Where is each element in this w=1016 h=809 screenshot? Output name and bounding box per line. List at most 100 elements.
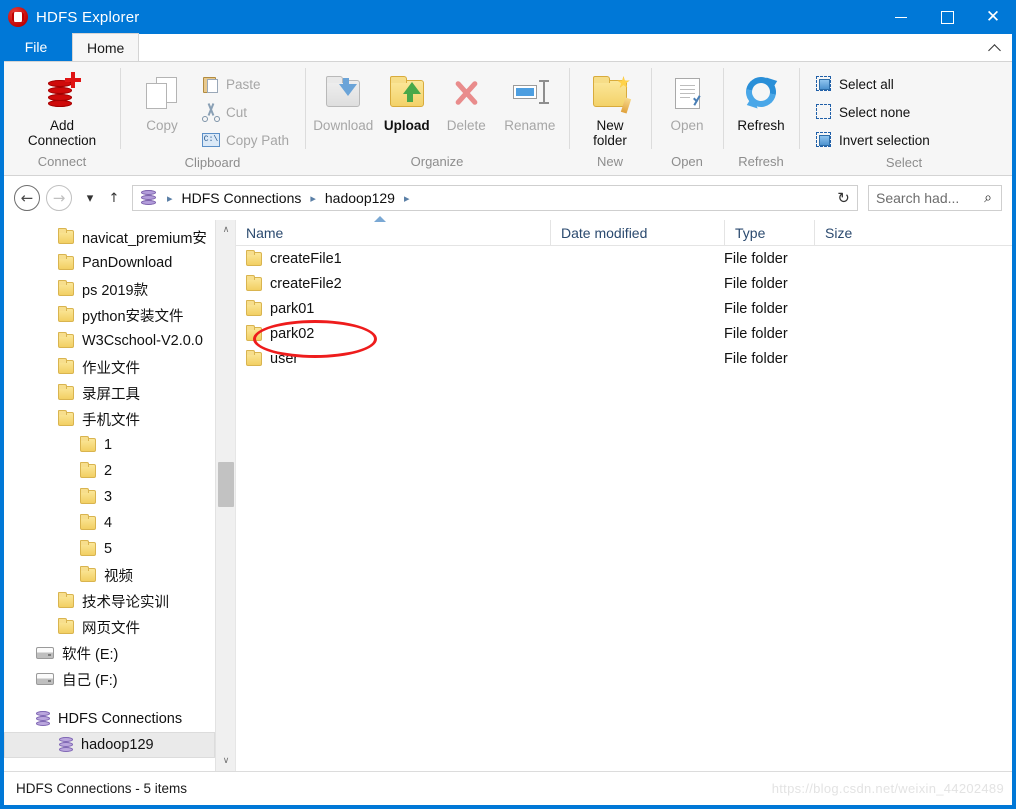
minimize-button[interactable] — [878, 0, 924, 34]
recent-locations-button[interactable]: ▾ — [78, 185, 102, 211]
table-row[interactable]: park01 File folder — [236, 296, 1012, 321]
tree-item[interactable]: 软件 (E:) — [4, 640, 215, 666]
column-header-date-modified[interactable]: Date modified — [550, 219, 724, 246]
navigation-pane-scrollbar[interactable]: ∧ ∨ — [215, 220, 235, 771]
tree-item[interactable]: HDFS Connections — [4, 706, 215, 732]
breadcrumb-hadoop129[interactable]: hadoop129 — [325, 190, 395, 206]
refresh-button[interactable]: Refresh — [730, 68, 792, 133]
tree-item-label: 录屏工具 — [82, 386, 140, 403]
search-input[interactable]: Search had... — [869, 190, 975, 206]
download-button[interactable]: Download — [311, 68, 375, 133]
tree-item[interactable]: 录屏工具 — [4, 380, 215, 406]
tree-item[interactable]: navicat_premium安 — [4, 224, 215, 250]
select-none-button[interactable]: Select none — [811, 98, 933, 126]
tree-item-label: 2 — [104, 463, 113, 479]
tree-item[interactable]: 手机文件 — [4, 406, 215, 432]
tree-item[interactable]: 技术导论实训 — [4, 588, 215, 614]
tree-item[interactable]: ps 2019款 — [4, 276, 215, 302]
tree-item[interactable]: 2 — [4, 458, 215, 484]
ribbon-group-label-new: New — [596, 154, 623, 169]
tree-item[interactable]: 3 — [4, 484, 215, 510]
folder-icon — [80, 540, 96, 556]
add-connection-label-line2: Connection — [27, 133, 97, 148]
folder-icon — [246, 324, 262, 341]
copy-button[interactable]: Copy — [126, 68, 198, 133]
tree-item-label: HDFS Connections — [58, 711, 183, 727]
window-title: HDFS Explorer — [36, 8, 140, 26]
column-header-type[interactable]: Type — [724, 219, 814, 246]
file-type-cell: File folder — [724, 250, 788, 267]
open-button[interactable]: Open — [658, 68, 716, 133]
tree-item[interactable]: 5 — [4, 536, 215, 562]
scrollbar-thumb[interactable] — [218, 462, 234, 507]
column-header-size[interactable]: Size — [814, 219, 890, 246]
ribbon-group-connect: Add Connection Connect — [4, 62, 120, 175]
forward-button[interactable]: → — [46, 185, 72, 211]
ribbon-group-label-select: Select — [885, 155, 923, 170]
close-button[interactable]: ✕ — [970, 0, 1012, 34]
invert-selection-label: Invert selection — [839, 132, 930, 148]
select-all-button[interactable]: Select all — [811, 70, 933, 98]
folder-icon — [58, 332, 74, 348]
scroll-down-button[interactable]: ∨ — [216, 751, 235, 771]
copy-path-icon: C:\ — [201, 130, 221, 150]
ribbon-group-clipboard: Copy Paste Cut C:\ Copy Path Clipboard — [120, 62, 305, 175]
folder-icon — [58, 618, 74, 634]
title-bar: HDFS Explorer ✕ — [4, 0, 1012, 34]
scroll-up-button[interactable]: ∧ — [216, 220, 235, 240]
database-icon — [59, 737, 73, 753]
table-row[interactable]: createFile2 File folder — [236, 271, 1012, 296]
address-refresh-button[interactable]: ↻ — [830, 185, 858, 211]
maximize-icon — [940, 10, 954, 24]
delete-label: Delete — [446, 118, 486, 133]
tree-item[interactable]: python安装文件 — [4, 302, 215, 328]
breadcrumb-separator[interactable]: ▸ — [158, 192, 182, 205]
breadcrumb-separator[interactable]: ▸ — [301, 192, 325, 205]
maximize-button[interactable] — [924, 0, 970, 34]
breadcrumb-hdfs-connections[interactable]: HDFS Connections — [182, 190, 302, 206]
table-row[interactable]: park02 File folder — [236, 321, 1012, 346]
address-bar[interactable]: ▸ HDFS Connections ▸ hadoop129 ▸ — [132, 185, 831, 211]
table-row[interactable]: user File folder — [236, 346, 1012, 371]
tree-item[interactable]: 网页文件 — [4, 614, 215, 640]
tree-item[interactable]: W3Cschool-V2.0.0 — [4, 328, 215, 354]
navigation-pane: navicat_premium安 PanDownload ps 2019款 pytho… — [4, 220, 236, 771]
tree-item[interactable]: 视频 — [4, 562, 215, 588]
folder-icon — [58, 592, 74, 608]
column-header-name[interactable]: Name — [236, 215, 550, 246]
upload-button[interactable]: Upload — [377, 68, 436, 133]
rename-button[interactable]: Rename — [497, 68, 563, 133]
tree-item[interactable]: 作业文件 — [4, 354, 215, 380]
up-button[interactable]: ↑ — [102, 185, 126, 211]
new-folder-button[interactable]: New folder — [579, 68, 641, 148]
minimize-icon — [895, 16, 907, 18]
search-box[interactable]: Search had... ⌕ — [868, 185, 1002, 211]
file-name-label: createFile1 — [270, 250, 342, 267]
folder-icon — [246, 299, 262, 316]
tree-item[interactable]: 4 — [4, 510, 215, 536]
copy-path-button[interactable]: C:\ Copy Path — [198, 126, 292, 154]
delete-button[interactable]: Delete — [438, 68, 495, 133]
back-button[interactable]: ← — [14, 185, 40, 211]
paste-button[interactable]: Paste — [198, 70, 292, 98]
breadcrumb-separator[interactable]: ▸ — [395, 192, 419, 205]
ribbon-group-label-connect: Connect — [37, 154, 87, 169]
tree-item[interactable]: 自己 (F:) — [4, 666, 215, 692]
tab-file[interactable]: File — [4, 33, 72, 61]
select-all-icon — [814, 74, 834, 94]
table-row[interactable]: createFile1 File folder — [236, 246, 1012, 271]
invert-selection-button[interactable]: Invert selection — [811, 126, 933, 154]
folder-upload-icon — [386, 72, 428, 114]
folder-icon — [58, 358, 74, 374]
collapse-ribbon-button[interactable] — [974, 33, 1012, 61]
hdfs-app-icon — [8, 7, 28, 27]
cut-button[interactable]: Cut — [198, 98, 292, 126]
tree-item[interactable]: 1 — [4, 432, 215, 458]
tree-item[interactable]: hadoop129 — [4, 732, 215, 758]
add-connection-button[interactable]: Add Connection — [19, 68, 105, 148]
tab-home[interactable]: Home — [72, 33, 140, 61]
tree-item[interactable]: PanDownload — [4, 250, 215, 276]
open-label: Open — [670, 118, 704, 133]
folder-icon — [58, 254, 74, 270]
